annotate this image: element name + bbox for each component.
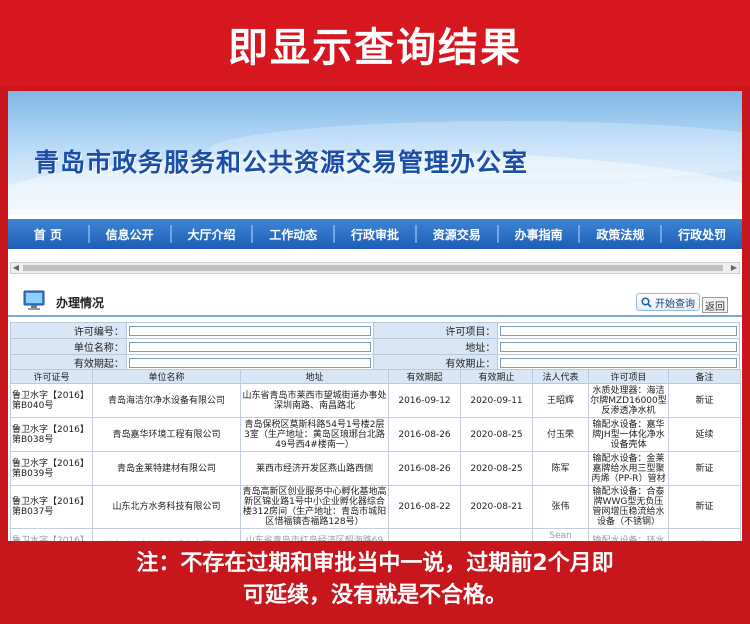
nav-item-info[interactable]: 信息公开 xyxy=(90,226,170,243)
cell-license-no: 鲁卫水字【2016】第B037号 xyxy=(10,485,93,529)
cell-address: 山东省青岛市红岛经济区韶海路69号 xyxy=(240,528,389,541)
cell-note: 延续 xyxy=(668,417,741,452)
scroll-left-icon[interactable]: ◀ xyxy=(11,263,21,273)
footer-note: 注：不存在过期和审批当中一说，过期前2个月即 可延续，没有就是不合格。 xyxy=(0,548,750,612)
nav-item-policy[interactable]: 政策法规 xyxy=(580,226,660,243)
col-item: 许可项目 xyxy=(588,369,669,384)
cell-valid-to: 2020-08-16 xyxy=(460,528,533,541)
cell-license-no: 鲁卫水字【2016】第B040号 xyxy=(10,383,93,418)
search-icon xyxy=(641,296,652,308)
panel-header: 办理情况 开始查询 返回 xyxy=(8,287,742,317)
col-unit: 单位名称 xyxy=(92,369,241,384)
cell-rep: 陈军 xyxy=(532,451,589,486)
cell-address: 山东省青岛市莱西市望城街道办事处深圳南路、南昌路北 xyxy=(240,383,389,418)
banner-title: 即显示查询结果 xyxy=(228,24,522,71)
license-no-label: 许可编号： xyxy=(10,322,127,339)
cell-note: 新证 xyxy=(668,528,741,541)
cell-valid-from: 2016-08-22 xyxy=(388,485,461,529)
col-valid-to: 有效期止 xyxy=(460,369,533,384)
cell-note: 新证 xyxy=(668,485,741,529)
nav-item-guide[interactable]: 办事指南 xyxy=(499,226,579,243)
cell-item: 输配水设备：环水牌压力罐 xyxy=(588,528,669,541)
col-license-no: 许可证号 xyxy=(10,369,93,384)
table-header-row: 许可证号 单位名称 地址 有效期起 有效期止 法人代表 许可项目 备注 xyxy=(10,369,741,384)
table-row[interactable]: 鲁卫水字【2016】第B039号 青岛金莱特建材有限公司 莱西市经济开发区燕山路… xyxy=(10,451,741,486)
cell-item: 水质处理器：海洁尔牌MZD16000型反渗透净水机 xyxy=(588,383,669,418)
scroll-thumb[interactable] xyxy=(23,265,723,271)
footer-line-1: 注：不存在过期和审批当中一说，过期前2个月即 xyxy=(136,551,614,576)
table-row[interactable]: 鲁卫水字【2016】第B037号 山东北方水务科技有限公司 青岛高新区创业服务中… xyxy=(10,485,741,529)
table-row[interactable]: 鲁卫水字【2016】第B036号 环水（青岛）水务设备有限公司 山东省青岛市红岛… xyxy=(10,528,741,541)
cell-license-no: 鲁卫水字【2016】第B036号 xyxy=(10,528,93,541)
start-search-button[interactable]: 开始查询 xyxy=(636,293,700,311)
table-row[interactable]: 鲁卫水字【2016】第B038号 青岛嘉华环境工程有限公司 青岛保税区莫斯科路5… xyxy=(10,417,741,452)
cell-valid-to: 2020-08-25 xyxy=(460,417,533,452)
results-table: 许可证号 单位名称 地址 有效期起 有效期止 法人代表 许可项目 备注 鲁卫水字… xyxy=(10,369,741,541)
license-item-label: 许可项目： xyxy=(373,322,499,339)
address-label: 地址： xyxy=(373,338,499,355)
cell-unit: 青岛金莱特建材有限公司 xyxy=(92,451,241,486)
valid-from-input[interactable] xyxy=(128,357,372,368)
col-address: 地址 xyxy=(240,369,389,384)
nav-item-hall[interactable]: 大厅介绍 xyxy=(172,226,252,243)
license-item-input[interactable] xyxy=(500,325,737,336)
nav-item-news[interactable]: 工作动态 xyxy=(253,226,333,243)
unit-name-input[interactable] xyxy=(128,341,372,352)
cell-rep: 张伟 xyxy=(532,485,589,529)
cell-unit: 青岛海洁尔净水设备有限公司 xyxy=(92,383,241,418)
unit-name-label: 单位名称： xyxy=(10,338,127,355)
site-header: 青岛市政务服务和公共资源交易管理办公室 xyxy=(8,91,742,215)
nav-item-home[interactable]: 首 页 xyxy=(8,226,88,243)
cell-valid-from: 2016-08-17 xyxy=(388,528,461,541)
cell-rep: 王昭辉 xyxy=(532,383,589,418)
cell-rep: Sean Prakash Natarajan xyxy=(532,528,589,541)
cell-valid-from: 2016-08-26 xyxy=(388,451,461,486)
cell-item: 输配水设备：金莱嘉牌给水用三型聚丙烯（PP-R）管材 xyxy=(588,451,669,486)
table-row[interactable]: 鲁卫水字【2016】第B040号 青岛海洁尔净水设备有限公司 山东省青岛市莱西市… xyxy=(10,383,741,418)
cell-unit: 山东北方水务科技有限公司 xyxy=(92,485,241,529)
cell-valid-from: 2016-09-12 xyxy=(388,383,461,418)
col-rep: 法人代表 xyxy=(532,369,589,384)
monitor-icon xyxy=(23,290,45,310)
cell-note: 新证 xyxy=(668,383,741,418)
col-valid-from: 有效期起 xyxy=(388,369,461,384)
cell-address: 青岛高新区创业服务中心孵化基地高新区锦业路1号中小企业孵化器综合楼312房间（生… xyxy=(240,485,389,529)
cell-address: 莱西市经济开发区燕山路西侧 xyxy=(240,451,389,486)
address-input[interactable] xyxy=(500,341,737,352)
panel-title: 办理情况 xyxy=(56,296,105,310)
footer-line-2: 可延续，没有就是不合格。 xyxy=(242,583,507,608)
cell-item: 输配水设备：合泰牌WWG型无负压管网增压稳流给水设备（不锈钢） xyxy=(588,485,669,529)
cell-note: 新证 xyxy=(668,451,741,486)
back-button[interactable]: 返回 xyxy=(702,297,728,313)
nav-item-trade[interactable]: 资源交易 xyxy=(417,226,497,243)
cell-valid-from: 2016-08-26 xyxy=(388,417,461,452)
main-nav: 首 页 信息公开 大厅介绍 工作动态 行政审批 资源交易 办事指南 政策法规 行… xyxy=(8,219,742,249)
scroll-right-icon[interactable]: ▶ xyxy=(729,263,739,273)
col-note: 备注 xyxy=(668,369,741,384)
cell-valid-to: 2020-09-11 xyxy=(460,383,533,418)
cell-valid-to: 2020-08-25 xyxy=(460,451,533,486)
cell-license-no: 鲁卫水字【2016】第B038号 xyxy=(10,417,93,452)
site-title: 青岛市政务服务和公共资源交易管理办公室 xyxy=(34,148,529,177)
cell-unit: 环水（青岛）水务设备有限公司 xyxy=(92,528,241,541)
cell-rep: 付玉荣 xyxy=(532,417,589,452)
webpage-screenshot: 青岛市政务服务和公共资源交易管理办公室 首 页 信息公开 大厅介绍 工作动态 行… xyxy=(8,91,742,541)
cell-license-no: 鲁卫水字【2016】第B039号 xyxy=(10,451,93,486)
promo-banner: 即显示查询结果 xyxy=(0,0,750,87)
screenshot-root: 即显示查询结果 青岛市政务服务和公共资源交易管理办公室 首 页 信息公开 大厅介… xyxy=(0,0,750,624)
valid-to-input[interactable] xyxy=(500,357,737,368)
license-no-input[interactable] xyxy=(128,325,372,336)
horizontal-scrollbar[interactable]: ◀ ▶ xyxy=(10,262,740,274)
search-form: 许可编号： 许可项目： 单位名称： 地址： 有效期起： 有效期止： xyxy=(10,322,740,371)
cell-valid-to: 2020-08-21 xyxy=(460,485,533,529)
cell-address: 青岛保税区莫斯科路54号1号楼2层3室（生产地址：黄岛区琅琊台北路49号西4#楼… xyxy=(240,417,389,452)
start-search-label: 开始查询 xyxy=(655,298,695,310)
nav-item-approval[interactable]: 行政审批 xyxy=(335,226,415,243)
cell-item: 输配水设备：嘉华牌JH型一体化净水设备壳体 xyxy=(588,417,669,452)
cell-unit: 青岛嘉华环境工程有限公司 xyxy=(92,417,241,452)
nav-item-penalty[interactable]: 行政处罚 xyxy=(662,226,742,243)
